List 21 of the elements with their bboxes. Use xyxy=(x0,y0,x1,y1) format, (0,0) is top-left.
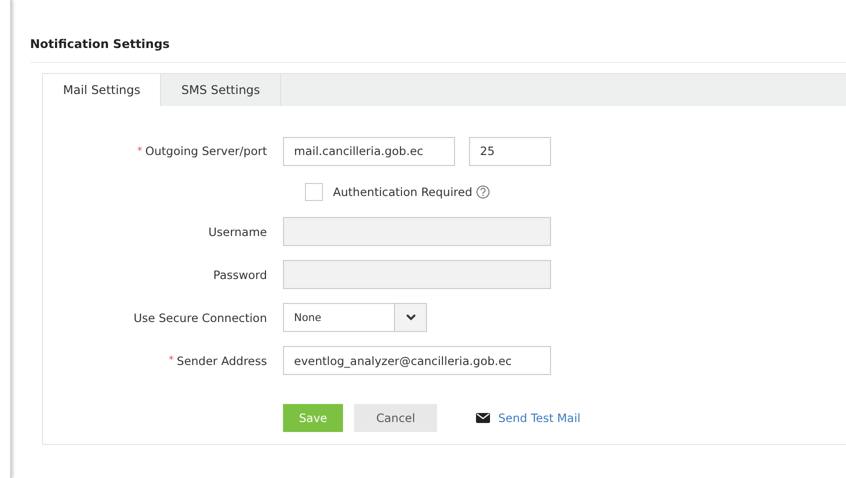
field-label: Use Secure Connection xyxy=(134,310,267,324)
required-mark: * xyxy=(137,146,142,156)
port-field[interactable]: 25 xyxy=(469,136,551,166)
field-label: Outgoing Server/port xyxy=(145,144,267,158)
cancel-button[interactable]: Cancel xyxy=(354,404,438,432)
required-mark: * xyxy=(168,355,174,366)
field-label: Sender Address xyxy=(176,354,267,368)
connection-dropdown[interactable]: None xyxy=(283,303,427,332)
chevron-down-icon xyxy=(406,314,416,321)
help-icon[interactable] xyxy=(476,185,490,199)
tab[interactable]: Mail Settings xyxy=(43,74,162,106)
text-field[interactable]: eventlog_analyzer@cancilleria.gob.ec xyxy=(283,346,551,375)
page-title: Notification Settings xyxy=(30,0,846,63)
envelope-icon xyxy=(476,413,490,423)
checkbox-label: Authentication Required xyxy=(333,185,472,199)
tab[interactable]: SMS Settings xyxy=(161,74,282,106)
send-test-mail-link[interactable]: Send Test Mail xyxy=(476,411,580,425)
field-label: Username xyxy=(208,224,267,238)
field-label: Password xyxy=(213,268,267,282)
server-field[interactable]: mail.cancilleria.gob.ec xyxy=(283,136,455,166)
checkbox[interactable] xyxy=(305,183,323,201)
